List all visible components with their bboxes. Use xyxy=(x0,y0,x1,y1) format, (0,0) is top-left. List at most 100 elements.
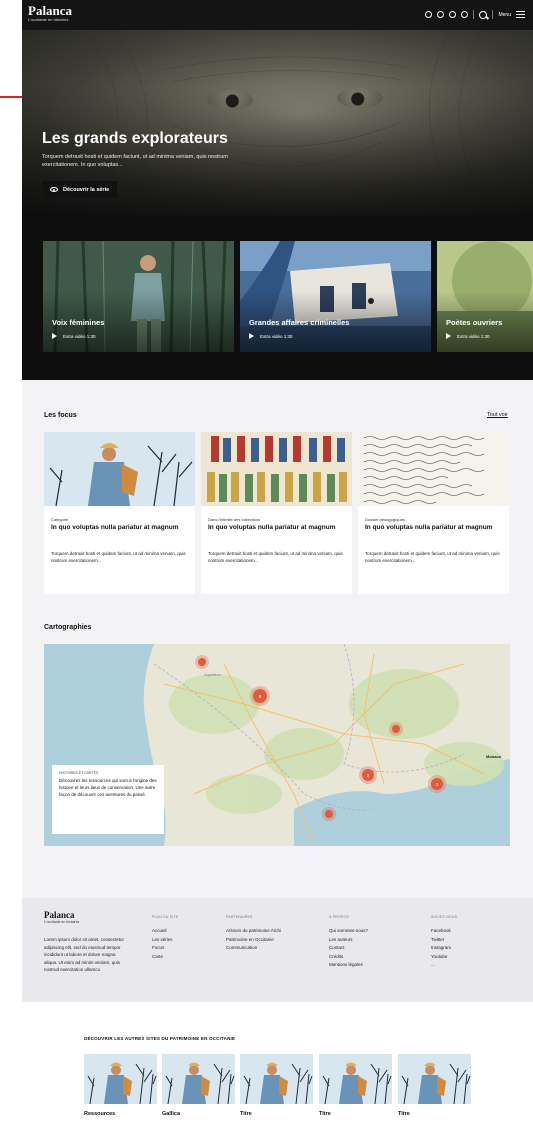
other-site-label[interactable]: Titre xyxy=(398,1111,410,1117)
footer-logo[interactable]: Palanca L'occitanie en histoires xyxy=(44,910,79,924)
footer-column-social: SUIVEZ-NOUS Facebook Twitter Instagram Y… xyxy=(431,915,457,970)
focus-card[interactable]: Catégorie In quo voluptas nulla pariatur… xyxy=(44,432,195,594)
focus-image xyxy=(44,432,195,506)
other-site-card[interactable] xyxy=(240,1054,313,1104)
other-site-label[interactable]: Gallica xyxy=(162,1111,180,1117)
focus-card-description: Torquem detraxit hosti et quidem faciunt… xyxy=(51,551,186,563)
footer-link[interactable]: Communication xyxy=(226,944,281,953)
map-note-text: Découvrez les ressources qui sont à l'or… xyxy=(59,778,157,797)
instagram-icon[interactable] xyxy=(461,11,469,18)
footer-about-text: Lorem ipsum dolor sit amet, consectetur … xyxy=(44,937,125,972)
map-cluster-marker[interactable]: 2 xyxy=(362,769,374,781)
search-icon[interactable] xyxy=(479,10,488,19)
hero-description: Torquem detraxit hosti et quidem faciunt… xyxy=(42,154,228,168)
logo-tagline: L'occitanie en histoires xyxy=(28,17,69,22)
footer-link[interactable]: Qui sommes-nous? xyxy=(329,927,368,936)
series-card[interactable]: Voix féminines Extra vidéo 1:30 xyxy=(43,241,234,352)
footer-link[interactable]: Les séries xyxy=(152,936,178,945)
other-site-card[interactable] xyxy=(84,1054,157,1104)
discover-series-label: Découvrir la série xyxy=(63,186,110,193)
map-marker[interactable] xyxy=(325,810,333,818)
footer-link[interactable]: Facebook xyxy=(431,927,457,936)
footer-link[interactable]: Instagram xyxy=(431,944,457,953)
focus-card[interactable]: Dossier pédagogiques In quo voluptas nul… xyxy=(358,432,509,594)
footer-link[interactable]: Youtube xyxy=(431,953,457,962)
series-card[interactable]: Poètes ouvriers Extra vidéo 1:30 xyxy=(437,241,533,352)
footer-link[interactable]: Accueil xyxy=(152,927,178,936)
series-title: Poètes ouvriers xyxy=(446,318,503,327)
map-view[interactable]: · · Aquitaine Monaco 6 2 3 HISTOIRES ET C… xyxy=(44,644,510,846)
map-cluster-marker[interactable]: 6 xyxy=(253,689,267,703)
header-actions: Menu xyxy=(425,10,525,19)
map-marker[interactable] xyxy=(198,658,206,666)
main-content: Palanca L'occitanie en histoires Menu Le… xyxy=(22,0,533,1145)
footer-link[interactable]: Carte xyxy=(152,953,178,962)
menu-label[interactable]: Menu xyxy=(498,12,511,18)
footer-logo-tagline: L'occitanie en histoires xyxy=(44,920,80,924)
play-icon xyxy=(249,333,254,339)
series-video-label: Extra vidéo 1:30 xyxy=(457,333,490,339)
play-icon xyxy=(52,333,57,339)
focus-category: Dossier pédagogiques xyxy=(365,517,405,522)
other-sites-title: DÉCOUVRIR LES AUTRES SITES DU PATRIMOINE… xyxy=(84,1036,236,1041)
youtube-icon[interactable] xyxy=(449,11,457,18)
other-site-image xyxy=(319,1054,392,1104)
focus-card[interactable]: Dans l'intimité des collections In quo v… xyxy=(201,432,352,594)
other-sites-section: DÉCOUVRIR LES AUTRES SITES DU PATRIMOINE… xyxy=(22,1002,533,1145)
footer-column-heading: PLAN DU SITE xyxy=(152,915,179,919)
footer-link[interactable]: Contact xyxy=(329,944,368,953)
footer-link[interactable]: Mentions légales xyxy=(329,961,368,970)
other-site-card[interactable] xyxy=(398,1054,471,1104)
series-card[interactable]: Grandes affaires criminelles Extra vidéo… xyxy=(240,241,431,352)
focus-image xyxy=(358,432,509,506)
scroll-indicator xyxy=(0,96,22,98)
focus-image xyxy=(201,432,352,506)
twitter-icon[interactable] xyxy=(437,11,445,18)
footer-column-partners: PARTENAIRES Acteurs du patrimoine Archi … xyxy=(226,915,281,953)
map-info-card: HISTOIRES ET CARTES Découvrez les ressou… xyxy=(52,765,164,834)
series-video-link[interactable]: Extra vidéo 1:30 xyxy=(446,333,490,339)
map-note-kicker: HISTOIRES ET CARTES xyxy=(59,771,99,775)
series-carousel: Voix féminines Extra vidéo 1:30 Grandes … xyxy=(22,216,533,380)
top-navigation-bar: Palanca L'occitanie en histoires Menu xyxy=(22,0,533,30)
footer-link[interactable]: Crédits xyxy=(329,953,368,962)
footer-column-sitemap: PLAN DU SITE Accueil Les séries Focus Ca… xyxy=(152,915,178,961)
series-title: Grandes affaires criminelles xyxy=(249,318,350,327)
map-cluster-marker[interactable]: 3 xyxy=(431,778,443,790)
other-site-label[interactable]: Ressources xyxy=(84,1111,115,1117)
footer-column-heading: PARTENAIRES xyxy=(226,915,253,919)
focus-section-title: Les focus xyxy=(44,412,77,419)
svg-text:·: · xyxy=(324,711,325,715)
footer-link[interactable]: Patrimoine en Occitanie xyxy=(226,936,281,945)
divider xyxy=(473,10,475,19)
site-footer: Palanca L'occitanie en histoires Lorem i… xyxy=(22,898,533,1002)
see-all-link[interactable]: Tout voir xyxy=(487,412,508,418)
other-site-image xyxy=(84,1054,157,1104)
series-video-link[interactable]: Extra vidéo 1:30 xyxy=(249,333,293,339)
facebook-icon[interactable] xyxy=(425,11,433,18)
other-site-label[interactable]: Titre xyxy=(240,1111,252,1117)
focus-category: Dans l'intimité des collections xyxy=(208,517,261,522)
footer-column-heading: À PROPOS xyxy=(329,915,349,919)
footer-column-about: À PROPOS Qui sommes-nous? Les auteurs Co… xyxy=(329,915,368,970)
discover-series-button[interactable]: Découvrir la série xyxy=(42,181,118,198)
footer-link[interactable]: Twitter xyxy=(431,936,457,945)
map-marker[interactable] xyxy=(392,725,400,733)
focus-card-title: In quo voluptas nulla pariatur at magnum xyxy=(365,524,493,531)
other-site-label[interactable]: Titre xyxy=(319,1111,331,1117)
series-video-label: Extra vidéo 1:30 xyxy=(260,333,293,339)
map-label-aquitaine: Aquitaine xyxy=(204,672,221,677)
footer-link[interactable]: Focus xyxy=(152,944,178,953)
footer-link[interactable]: ... xyxy=(431,961,457,970)
other-site-card[interactable] xyxy=(319,1054,392,1104)
hero-title: Les grands explorateurs xyxy=(42,130,228,147)
site-logo[interactable]: Palanca L'occitanie en histoires xyxy=(28,4,72,23)
series-video-link[interactable]: Extra vidéo 1:30 xyxy=(52,333,96,339)
footer-link[interactable]: Acteurs du patrimoine Archi xyxy=(226,927,281,936)
map-section-title: Cartographies xyxy=(44,624,92,631)
footer-link[interactable]: Les auteurs xyxy=(329,936,368,945)
focus-category: Catégorie xyxy=(51,517,69,522)
eye-icon xyxy=(50,187,58,192)
other-site-card[interactable] xyxy=(162,1054,235,1104)
hamburger-menu-icon[interactable] xyxy=(516,11,525,18)
